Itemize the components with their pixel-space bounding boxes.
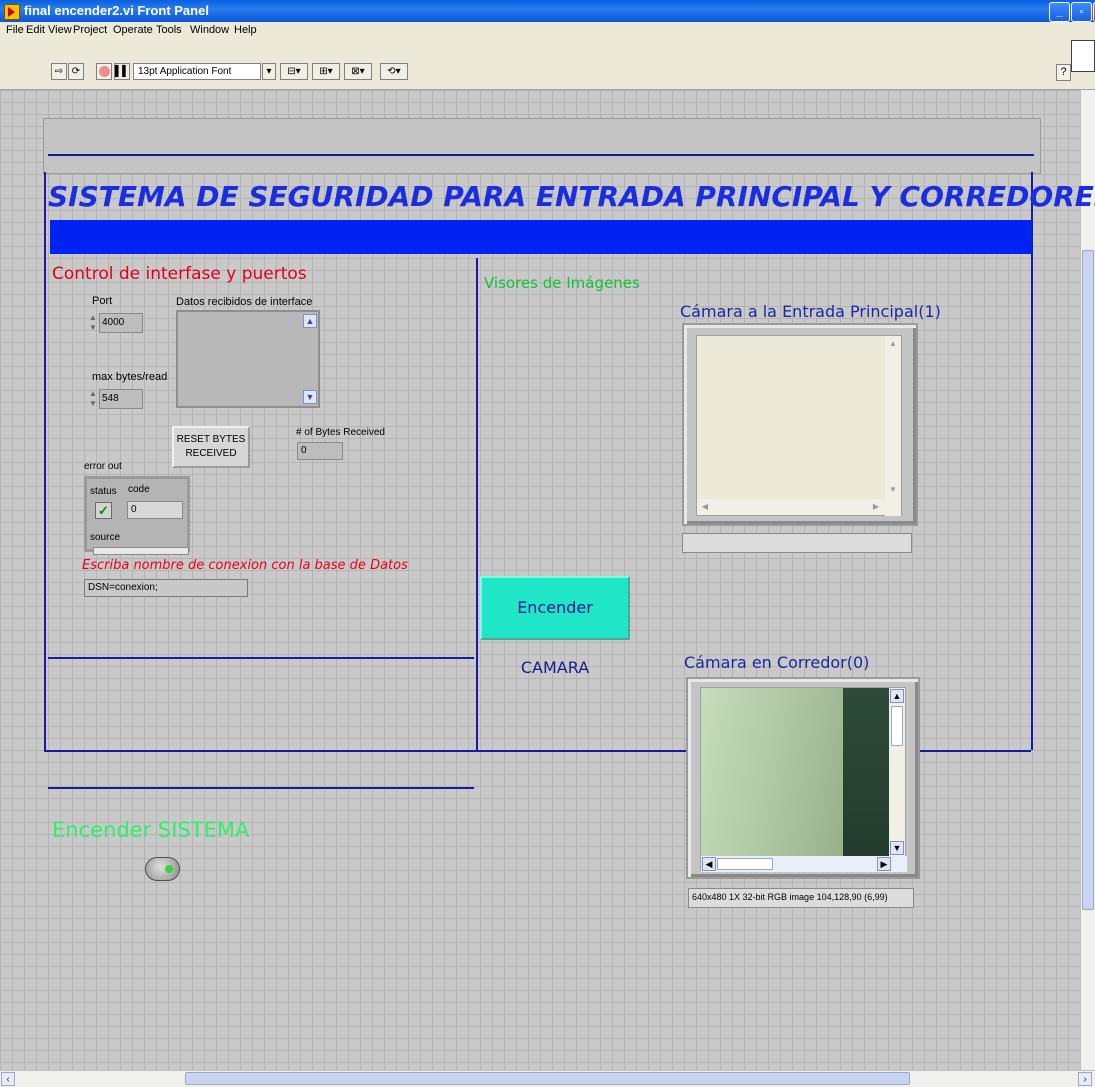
title-bar: final encender2.vi Front Panel _ ▫ × [0, 0, 1095, 22]
run-arrow-icon[interactable]: ⇨ [51, 63, 67, 80]
pause-icon[interactable]: ▌▌ [114, 63, 130, 80]
menu-window[interactable]: Window [190, 24, 229, 36]
source-label: source [90, 532, 121, 543]
increment-icon[interactable]: ▲ ▼ [88, 313, 98, 333]
center-divider [476, 258, 478, 750]
camera0-frame: ▲ ▼ ◀ ▶ [686, 677, 920, 879]
camera-feed-door [843, 688, 891, 856]
reset-bytes-button[interactable]: RESET BYTES RECEIVED [172, 426, 250, 468]
sistema-power-switch[interactable] [145, 857, 180, 881]
menu-bar: File Edit View Project Operate Tools Win… [0, 22, 1095, 39]
minimize-button[interactable]: _ [1049, 2, 1070, 22]
menu-edit[interactable]: Edit [26, 24, 45, 36]
distribute-objects-icon[interactable]: ⊞▾ [312, 63, 340, 80]
font-select[interactable]: 13pt Application Font [133, 63, 261, 80]
max-bytes-value[interactable]: 548 [99, 389, 143, 409]
scroll-down-icon[interactable]: ▼ [886, 483, 900, 497]
status-label: status [90, 486, 117, 497]
reorder-icon[interactable]: ⟲▾ [380, 63, 408, 80]
scroll-right-icon[interactable]: ▶ [869, 500, 883, 514]
vertical-scrollbar[interactable] [1080, 90, 1095, 1070]
vertical-scroll-thumb[interactable] [1082, 250, 1094, 910]
bytes-received-label: # of Bytes Received [296, 427, 385, 438]
error-out-label: error out [84, 461, 122, 472]
toolbar: ⇨ ⟳ ▌▌ 13pt Application Font ▾ ⊟▾ ⊞▾ ⊠▾ … [0, 39, 1095, 90]
port-value[interactable]: 4000 [99, 313, 143, 333]
port-label: Port [92, 295, 113, 307]
font-dropdown-icon[interactable]: ▾ [262, 63, 276, 80]
camera1-hscroll[interactable]: ◀ ▶ [697, 499, 887, 515]
camera1-title: Cámara a la Entrada Principal(1) [680, 302, 941, 321]
camera-feed-wall [701, 688, 843, 856]
camera0-title: Cámara en Corredor(0) [684, 653, 870, 672]
scroll-left-icon[interactable]: ◀ [698, 500, 712, 514]
right-border [1031, 172, 1033, 750]
menu-help[interactable]: Help [234, 24, 257, 36]
maximize-button[interactable]: ▫ [1071, 2, 1092, 22]
horizontal-scrollbar[interactable]: ‹ › [0, 1070, 1095, 1087]
menu-project[interactable]: Project [73, 24, 107, 36]
source-field [93, 547, 189, 555]
main-title: SISTEMA DE SEGURIDAD PARA ENTRADA PRINCI… [48, 180, 1095, 213]
increment-icon[interactable]: ▲ ▼ [88, 389, 98, 409]
scroll-left-icon[interactable]: ◀ [702, 857, 716, 871]
scroll-down-icon[interactable]: ▼ [890, 841, 904, 855]
title-underbar [50, 220, 1032, 254]
camera0-vscroll-thumb[interactable] [891, 706, 903, 746]
error-out-cluster: status code ✓ 0 source [84, 476, 190, 555]
datos-label: Datos recibidos de interface [176, 296, 313, 308]
header-decoration [43, 118, 1041, 174]
power-led-icon [165, 865, 173, 873]
bytes-received-value: 0 [297, 442, 343, 460]
menu-operate[interactable]: Operate [113, 24, 153, 36]
window-title: final encender2.vi Front Panel [24, 3, 209, 18]
dsn-label: Escriba nombre de conexion con la base d… [82, 558, 408, 573]
scroll-down-icon[interactable]: ▼ [303, 390, 317, 404]
align-objects-icon[interactable]: ⊟▾ [280, 63, 308, 80]
max-bytes-label: max bytes/read [92, 371, 168, 383]
left-divider-2 [48, 787, 474, 789]
resize-objects-icon[interactable]: ⊠▾ [344, 63, 372, 80]
scroll-right-icon[interactable]: ▶ [877, 857, 891, 871]
camera0-hscroll-thumb[interactable] [717, 858, 773, 870]
camera1-frame: ▲ ▼ ◀ ▶ [682, 323, 918, 526]
code-label: code [128, 484, 150, 495]
camera1-vscroll[interactable]: ▲ ▼ [885, 336, 901, 516]
horizontal-scroll-thumb[interactable] [185, 1072, 910, 1085]
scroll-up-icon[interactable]: ▲ [886, 337, 900, 351]
vi-icon [1071, 40, 1095, 72]
dsn-input[interactable]: DSN=conexion; [84, 579, 248, 597]
code-value: 0 [127, 501, 183, 519]
header-divider [48, 154, 1034, 156]
camera0-info-bar: 640x480 1X 32-bit RGB image 104,128,90 (… [688, 888, 914, 908]
left-border [44, 172, 46, 750]
context-help-icon[interactable]: ? [1056, 64, 1071, 81]
abort-icon[interactable] [96, 63, 112, 80]
encender-sistema-label: Encender SISTEMA [52, 818, 250, 842]
menu-file[interactable]: File [6, 24, 24, 36]
camera0-vscroll[interactable]: ▲ ▼ [889, 688, 905, 856]
menu-view[interactable]: View [48, 24, 72, 36]
left-divider-1 [48, 657, 474, 659]
labview-app-icon [4, 4, 20, 20]
scroll-left-icon[interactable]: ‹ [1, 1072, 15, 1086]
scroll-up-icon[interactable]: ▲ [303, 314, 317, 328]
visores-label: Visores de Imágenes [484, 274, 640, 292]
control-section-title: Control de interfase y puertos [52, 264, 307, 284]
camera1-display: ▲ ▼ ◀ ▶ [696, 335, 902, 516]
menu-tools[interactable]: Tools [156, 24, 182, 36]
datos-recibidos-field[interactable]: ▲ ▼ [176, 310, 320, 408]
camera0-display: ▲ ▼ ◀ ▶ [700, 687, 907, 872]
scroll-up-icon[interactable]: ▲ [890, 689, 904, 703]
encender-camara-button[interactable]: Encender CAMARA [480, 576, 630, 677]
scroll-right-icon[interactable]: › [1078, 1072, 1092, 1086]
camera1-info-bar [682, 533, 912, 553]
camera0-hscroll[interactable]: ◀ ▶ [701, 856, 907, 872]
run-continuously-icon[interactable]: ⟳ [68, 63, 84, 80]
datos-scrollbar[interactable]: ▲ ▼ [303, 314, 317, 404]
status-check-icon: ✓ [95, 502, 112, 519]
